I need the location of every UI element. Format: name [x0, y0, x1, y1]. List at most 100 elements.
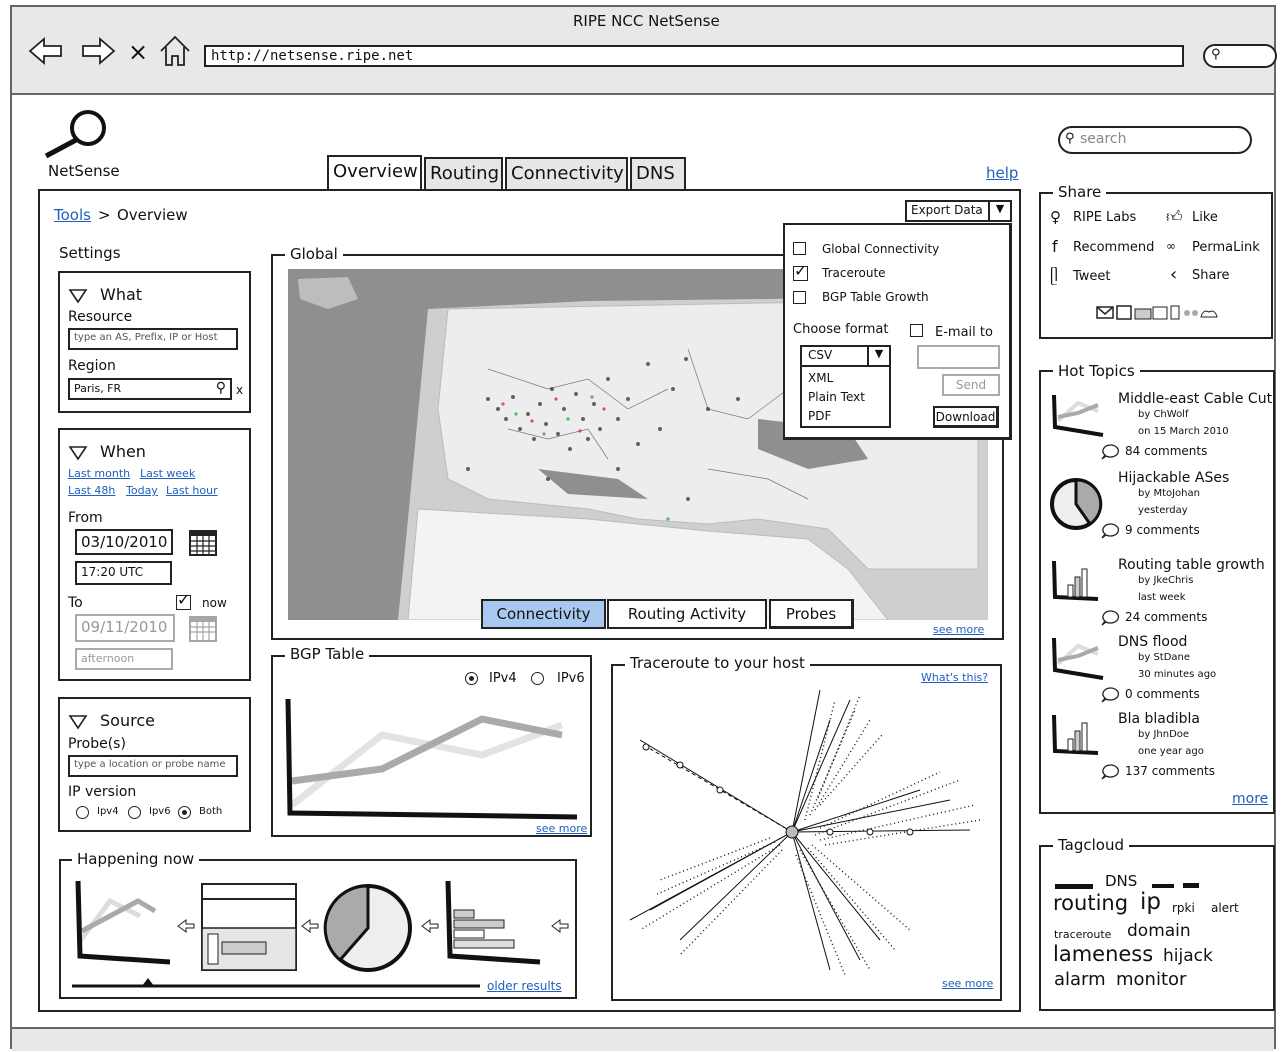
help-link[interactable]: help	[986, 164, 1018, 182]
export-global-connectivity-checkbox[interactable]	[793, 242, 806, 255]
tag-traceroute[interactable]: traceroute	[1054, 928, 1111, 941]
from-time-input[interactable]: 17:20 UTC	[75, 561, 172, 585]
last-hour-link[interactable]: Last hour	[166, 484, 218, 497]
tag-hijack[interactable]: hijack	[1163, 946, 1213, 966]
export-data-button[interactable]: Export Data ▼	[905, 200, 1012, 222]
map-tab-probes[interactable]: Probes	[769, 599, 854, 629]
bgp-ipv6-radio[interactable]	[531, 672, 544, 685]
stop-icon[interactable]: ×	[128, 38, 148, 66]
tag-alarm[interactable]: alarm	[1054, 969, 1106, 990]
traceroute-see-more-link[interactable]: see more	[942, 977, 993, 990]
export-bgp-growth-checkbox[interactable]	[793, 291, 806, 304]
bgp-ipv4-radio[interactable]	[465, 672, 478, 685]
url-bar[interactable]: http://netsense.ripe.net	[204, 45, 1184, 67]
older-results-link[interactable]: older results	[487, 979, 562, 993]
hot-topic-title[interactable]: DNS flood	[1118, 634, 1187, 650]
bgp-see-more-link[interactable]: see more	[536, 822, 587, 835]
tag-routing[interactable]: routing	[1053, 891, 1128, 915]
tag-ip[interactable]: ip	[1140, 889, 1161, 915]
ip-version-ipv4-radio[interactable]	[76, 806, 89, 819]
format-selected[interactable]: CSV ▼	[802, 347, 889, 367]
region-input[interactable]: Paris, FR ⚲	[68, 378, 232, 400]
tab-dns[interactable]: DNS	[630, 157, 686, 190]
tag-monitor[interactable]: monitor	[1116, 969, 1186, 990]
probes-input[interactable]: type a location or probe name	[68, 755, 238, 777]
probes-label: Probe(s)	[68, 736, 126, 752]
email-to-checkbox[interactable]	[910, 324, 923, 337]
home-icon[interactable]	[158, 34, 192, 72]
resource-input[interactable]: type an AS, Prefix, IP or Host	[68, 328, 238, 350]
hot-topic-comments[interactable]: 137 comments	[1125, 764, 1215, 778]
collapse-when-icon[interactable]	[68, 445, 88, 465]
global-see-more-link[interactable]: see more	[933, 623, 984, 636]
tag-lameness[interactable]: lameness	[1053, 942, 1153, 966]
ip-version-ipv6-label: Ipv6	[149, 806, 171, 817]
today-link[interactable]: Today	[126, 484, 158, 497]
hot-topic-comments[interactable]: 9 comments	[1125, 523, 1200, 537]
hot-topic-title[interactable]: Hijackable ASes	[1118, 470, 1229, 486]
clear-region-button[interactable]: x	[236, 383, 243, 397]
hot-topic-item[interactable]: Hijackable ASes by MtoJohan yesterday 9 com…	[1048, 470, 1270, 542]
hot-topic-title[interactable]: Routing table growth	[1118, 557, 1265, 573]
site-search-input[interactable]: ⚲ search	[1058, 126, 1252, 154]
tab-overview[interactable]: Overview	[327, 155, 422, 191]
to-time-input[interactable]: afternoon	[75, 648, 173, 670]
share-recommend-link[interactable]: Recommend	[1073, 240, 1154, 255]
calendar-icon[interactable]	[188, 527, 220, 563]
format-option-plain-text[interactable]: Plain Text	[808, 390, 865, 404]
email-to-label: E-mail to	[935, 325, 993, 340]
tab-connectivity[interactable]: Connectivity	[505, 157, 628, 190]
tag-dns[interactable]: DNS	[1105, 872, 1137, 890]
format-option-xml[interactable]: XML	[808, 371, 833, 385]
from-date-input[interactable]: 03/10/2010	[75, 529, 173, 555]
url-text: http://netsense.ripe.net	[211, 48, 414, 64]
hot-topics-more-link[interactable]: more	[1232, 791, 1268, 807]
share-tweet-link[interactable]: Tweet	[1073, 269, 1111, 284]
collapse-source-icon[interactable]	[68, 714, 88, 734]
hot-topic-comments[interactable]: 24 comments	[1125, 610, 1207, 624]
hot-topic-comments[interactable]: 0 comments	[1125, 687, 1200, 701]
tab-routing[interactable]: Routing	[424, 157, 503, 190]
last-month-link[interactable]: Last month	[68, 467, 130, 480]
tag-domain[interactable]: domain	[1127, 921, 1191, 941]
export-traceroute-label: Traceroute	[822, 266, 886, 280]
last-week-link[interactable]: Last week	[140, 467, 195, 480]
hot-topic-title[interactable]: Bla bladibla	[1118, 711, 1200, 727]
hot-topic-item[interactable]: Middle-east Cable Cut by ChWolf on 15 Marc…	[1048, 391, 1272, 463]
share-share-link[interactable]: Share	[1192, 268, 1230, 283]
hot-topic-title[interactable]: Middle-east Cable Cut	[1118, 391, 1272, 407]
comment-bubble-icon	[1100, 609, 1120, 631]
share-permalink-link[interactable]: PermaLink	[1192, 240, 1260, 255]
last-48h-link[interactable]: Last 48h	[68, 484, 115, 497]
social-icons-row-icon[interactable]	[1095, 303, 1220, 327]
now-checkbox[interactable]: ✓	[176, 590, 191, 610]
download-button[interactable]: Download	[933, 406, 999, 428]
tag-rpki[interactable]: rpki	[1172, 901, 1195, 915]
back-icon[interactable]	[28, 36, 64, 70]
ip-version-both-radio[interactable]	[178, 806, 191, 819]
logo-text: NetSense	[48, 162, 120, 180]
collapse-what-icon[interactable]	[68, 288, 88, 308]
hot-topic-comments[interactable]: 84 comments	[1125, 444, 1207, 458]
browser-search-field[interactable]: ⚲	[1203, 44, 1277, 68]
choose-format-label: Choose format	[793, 322, 889, 337]
breadcrumb-tools[interactable]: Tools	[54, 206, 91, 224]
permalink-icon: ∞	[1166, 239, 1176, 253]
to-date-input[interactable]: 09/11/2010	[75, 614, 175, 642]
share-like-link[interactable]: Like	[1192, 210, 1218, 225]
export-traceroute-checkbox[interactable]: ✓	[793, 261, 808, 281]
tag-alert[interactable]: alert	[1211, 901, 1239, 915]
forward-icon[interactable]	[80, 36, 116, 70]
format-option-pdf[interactable]: PDF	[808, 409, 831, 423]
send-button[interactable]: Send	[942, 374, 1000, 396]
hot-topic-item[interactable]: Bla bladibla by JhnDoe one year ago 137 com…	[1048, 711, 1270, 783]
hot-topic-item[interactable]: DNS flood by StDane 30 minutes ago 0 commen…	[1048, 634, 1270, 706]
map-tab-routing-activity[interactable]: Routing Activity	[607, 599, 767, 629]
thumbs-up-icon: 👍︎	[1166, 207, 1183, 226]
ip-version-ipv6-radio[interactable]	[128, 806, 141, 819]
share-ripe-labs-link[interactable]: RIPE Labs	[1073, 210, 1136, 225]
map-tab-connectivity[interactable]: Connectivity	[481, 599, 606, 629]
hot-topic-item[interactable]: Routing table growth by JkeChris last week…	[1048, 557, 1270, 629]
format-select[interactable]: CSV ▼ XML Plain Text PDF	[800, 345, 891, 428]
email-input[interactable]	[917, 345, 1000, 369]
